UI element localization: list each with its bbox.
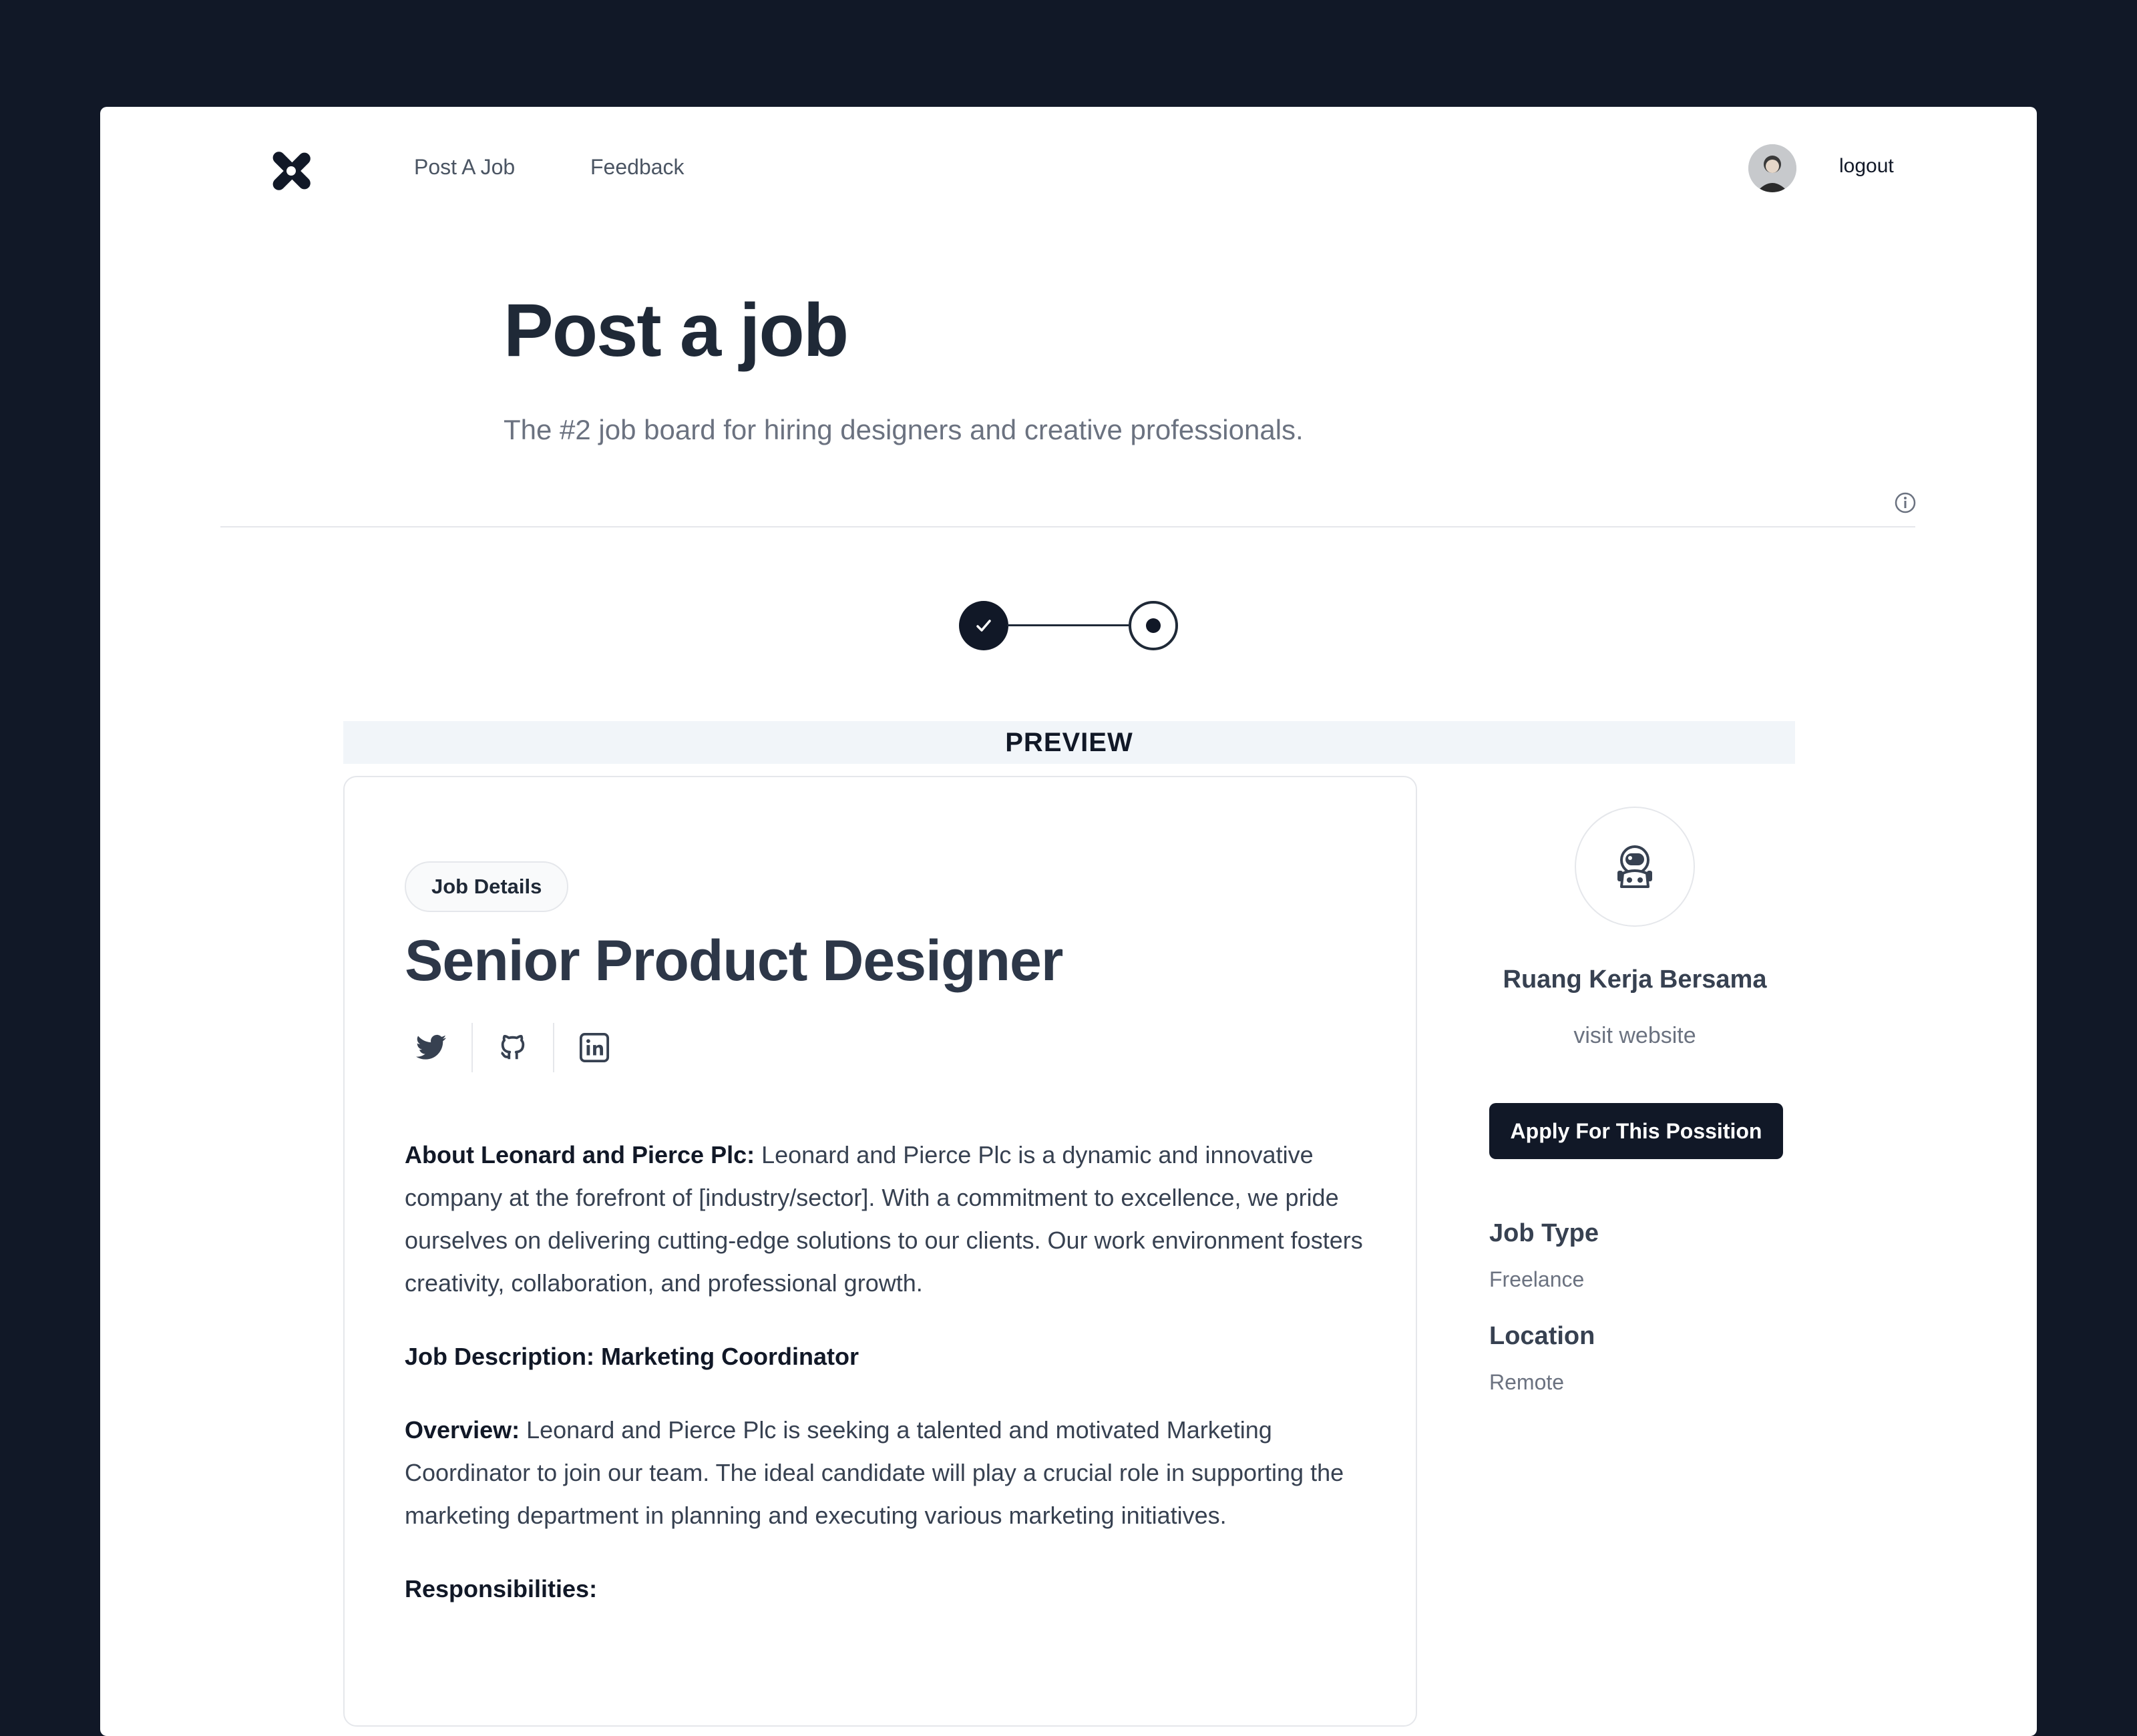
- job-details-panel: Job Details Senior Product Designer Abou…: [343, 776, 1417, 1727]
- company-name: Ruang Kerja Bersama: [1503, 965, 1767, 994]
- top-nav: Post A Job Feedback logout: [100, 107, 2037, 227]
- job-details-badge: Job Details: [405, 861, 569, 912]
- page-subtitle: The #2 job board for hiring designers an…: [504, 414, 1304, 445]
- page-title: Post a job: [504, 288, 849, 372]
- linkedin-link[interactable]: [568, 1023, 621, 1072]
- nav-link-feedback[interactable]: Feedback: [590, 155, 685, 180]
- info-icon[interactable]: [1894, 491, 1917, 514]
- location-value: Remote: [1489, 1370, 1565, 1394]
- job-type-value: Freelance: [1489, 1267, 1585, 1291]
- apply-button[interactable]: Apply For This Possition: [1489, 1103, 1783, 1159]
- logout-button[interactable]: logout: [1839, 155, 1894, 178]
- responsibilities-paragraph: Responsibilities:: [405, 1568, 1366, 1610]
- hero-divider: [220, 526, 1915, 527]
- astronaut-icon: [1617, 845, 1652, 888]
- overview-paragraph: Overview: Leonard and Pierce Plc is seek…: [405, 1409, 1366, 1537]
- responsibilities-heading: Responsibilities:: [405, 1575, 598, 1602]
- stepper-connector: [1007, 624, 1129, 626]
- check-icon: [976, 620, 991, 632]
- location-label: Location: [1489, 1322, 1595, 1350]
- dot-icon: [1146, 618, 1161, 633]
- description-heading-paragraph: Job Description: Marketing Coordinator: [405, 1335, 1366, 1378]
- x-logo-icon[interactable]: [270, 150, 313, 192]
- social-divider: [471, 1023, 473, 1072]
- overview-label: Overview:: [405, 1416, 520, 1444]
- job-type-label: Job Type: [1489, 1219, 1599, 1247]
- company-logo: [1575, 807, 1695, 927]
- twitter-link[interactable]: [405, 1023, 458, 1072]
- about-paragraph: About Leonard and Pierce Plc: Leonard an…: [405, 1134, 1366, 1305]
- job-description: About Leonard and Pierce Plc: Leonard an…: [405, 1134, 1366, 1641]
- nav-link-post-a-job[interactable]: Post A Job: [414, 155, 515, 180]
- linkedin-icon: [579, 1032, 610, 1063]
- overview-text: Leonard and Pierce Plc is seeking a tale…: [405, 1416, 1344, 1529]
- job-title: Senior Product Designer: [405, 929, 1063, 993]
- visit-website-link[interactable]: visit website: [1436, 1023, 1834, 1049]
- user-avatar[interactable]: [1748, 144, 1796, 192]
- step-1-completed[interactable]: [959, 601, 1008, 650]
- about-label: About Leonard and Pierce Plc:: [405, 1141, 755, 1168]
- twitter-icon: [416, 1034, 447, 1060]
- step-2-current[interactable]: [1129, 601, 1178, 650]
- github-link[interactable]: [486, 1023, 540, 1072]
- description-heading: Job Description: Marketing Coordinator: [405, 1343, 859, 1370]
- github-icon: [500, 1034, 525, 1060]
- avatar-photo-icon: [1748, 144, 1796, 192]
- preview-banner: PREVIEW: [343, 721, 1795, 764]
- social-divider: [553, 1023, 554, 1072]
- social-links: [405, 1023, 621, 1072]
